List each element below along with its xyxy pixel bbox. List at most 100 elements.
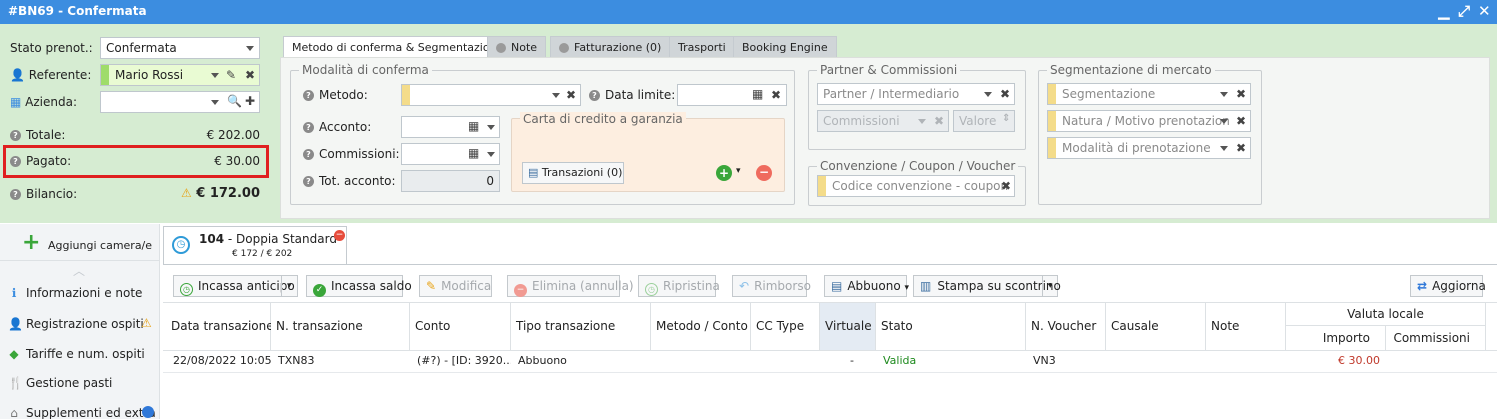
room-tab-104[interactable]: ◷ 104 - Doppia Standard € 172 / € 202 − — [163, 226, 347, 264]
calculator-icon: ▦ — [468, 119, 480, 133]
clear-icon[interactable]: ✖ — [1236, 87, 1246, 101]
cutlery-icon: 🍴 — [8, 376, 23, 390]
help-icon: ? — [303, 149, 314, 160]
tot-acconto-label: ? Tot. acconto: — [303, 174, 396, 188]
header-data[interactable]: Data transazione ▲ — [166, 303, 284, 350]
clock-icon: ◷ — [172, 236, 190, 254]
close-icon[interactable]: ✕ — [1478, 2, 1491, 20]
ripristina-button[interactable]: ◷ Ripristina — [638, 275, 720, 297]
modifica-button[interactable]: ✎ Modifica — [419, 275, 492, 297]
header-voucher[interactable]: N. Voucher — [1026, 303, 1106, 350]
tab-note[interactable]: Note — [487, 36, 547, 57]
codice-convenzione-field[interactable]: Codice convenzione - coupon ✖ — [817, 175, 1015, 197]
referente-field[interactable]: Mario Rossi ✎ ✖ — [100, 64, 260, 86]
room-amounts: € 172 / € 202 — [232, 249, 293, 259]
header-importo[interactable]: Importo — [1286, 326, 1386, 350]
azienda-field[interactable]: 🔍 ✚ — [100, 91, 260, 113]
clear-icon[interactable]: ✖ — [1236, 114, 1246, 128]
acconto-field[interactable]: ▦ — [401, 116, 500, 138]
convenzione-legend: Convenzione / Coupon / Voucher — [817, 159, 1019, 173]
warning-icon: ⚠ — [141, 316, 152, 330]
header-stato[interactable]: Stato — [876, 303, 1026, 350]
commissioni-label: ? Commissioni: — [303, 147, 400, 161]
add-room-button[interactable]: + Aggiungi camera/e — [0, 228, 160, 261]
header-virtuale[interactable]: Virtuale — [820, 303, 876, 350]
building-icon: ▦ — [10, 95, 22, 109]
room-number: 104 — [199, 232, 225, 246]
sidebar-item-registrazione[interactable]: 👤 Registrazione ospiti — [8, 317, 144, 331]
incassa-anticipo-button[interactable]: ◷ Incassa anticipo ▾ — [173, 275, 298, 297]
clear-icon[interactable]: ✖ — [1236, 141, 1246, 155]
check-icon: ✓ — [313, 284, 326, 297]
transazioni-button[interactable]: ▤ Transazioni (0) — [522, 162, 624, 184]
header-causale[interactable]: Causale — [1106, 303, 1206, 350]
refresh-icon: ⇄ — [1417, 279, 1428, 293]
maximize-icon[interactable]: ⤢ — [1458, 2, 1470, 20]
bilancio-value: ⚠ € 172.00 — [180, 186, 260, 201]
acconto-label: ? Acconto: — [303, 120, 371, 134]
remove-card-icon[interactable]: − — [756, 165, 772, 181]
metodo-select[interactable]: ✖ — [401, 84, 581, 106]
elimina-button[interactable]: − Elimina (annulla) — [507, 275, 634, 297]
clear-icon[interactable]: ✖ — [1001, 179, 1011, 193]
calendar-icon[interactable]: ▦ — [752, 87, 763, 101]
sidebar-item-pasti[interactable]: 🍴 Gestione pasti — [8, 376, 112, 390]
valore-field[interactable]: Valore ⇕ — [953, 110, 1015, 132]
header-note[interactable]: Note — [1206, 303, 1286, 350]
add-card-icon[interactable]: + — [716, 165, 732, 181]
header-tipo[interactable]: Tipo transazione — [511, 303, 651, 350]
incassa-saldo-button[interactable]: ✓ Incassa saldo — [306, 275, 412, 297]
cell-virtuale: - — [850, 354, 854, 367]
search-icon[interactable]: 🔍 — [227, 94, 242, 108]
header-commissioni[interactable]: Commissioni — [1386, 326, 1486, 350]
clear-icon[interactable]: ✖ — [1000, 87, 1010, 101]
data-limite-field[interactable]: ▦ ✖ — [677, 84, 787, 106]
modalita-select[interactable]: Modalità di prenotazione ✖ — [1047, 137, 1251, 159]
header-conto[interactable]: Conto — [410, 303, 511, 350]
abbuono-button[interactable]: ▤ Abbuono ▾ — [824, 275, 910, 297]
calculator-icon: ▦ — [468, 146, 480, 160]
stampa-scontrino-button[interactable]: ▥ Stampa su scontrino ▾ — [913, 275, 1061, 297]
tab-trasporti[interactable]: Trasporti — [669, 36, 735, 57]
close-room-icon[interactable]: − — [334, 230, 345, 241]
clear-icon[interactable]: ✖ — [771, 88, 781, 102]
natura-select[interactable]: Natura / Motivo prenotazion ✖ — [1047, 110, 1251, 132]
window-titlebar: #BN69 - Confermata ▁ ⤢ ✕ — [0, 0, 1497, 24]
sidebar-item-tariffe[interactable]: ◆ Tariffe e num. ospiti — [8, 347, 144, 361]
aggiorna-button[interactable]: ⇄ Aggiorna — [1410, 275, 1486, 297]
header-cc-type[interactable]: CC Type — [751, 303, 820, 350]
commissioni-select[interactable]: Commissioni ✖ — [817, 110, 949, 132]
header-valuta-locale: Valuta locale — [1286, 303, 1486, 326]
header-metodo[interactable]: Metodo / Conto — [651, 303, 751, 350]
chevron-down-icon[interactable]: ▾ — [736, 166, 741, 176]
chevron-down-icon: ▾ — [904, 283, 910, 293]
tab-booking-engine[interactable]: Booking Engine — [733, 36, 837, 57]
clear-icon[interactable]: ✖ — [566, 88, 576, 102]
minus-icon: − — [514, 284, 527, 297]
clear-icon: ✖ — [934, 114, 945, 128]
edit-icon[interactable]: ✎ — [226, 68, 236, 82]
clear-icon[interactable]: ✖ — [245, 68, 255, 82]
header-n-transazione[interactable]: N. transazione — [271, 303, 410, 350]
notification-dot — [142, 406, 154, 418]
discount-icon: ▤ — [831, 279, 843, 293]
rimborso-button[interactable]: ↶ Rimborso — [732, 275, 811, 297]
minimize-icon[interactable]: ▁ — [1438, 2, 1450, 20]
status-dot-icon — [559, 43, 569, 53]
card-icon: ▤ — [528, 166, 539, 179]
partner-select[interactable]: Partner / Intermediario ✖ — [817, 83, 1015, 105]
cell-stato: Valida — [883, 354, 917, 367]
chevron-down-icon — [487, 152, 495, 157]
stato-select[interactable]: Confermata — [100, 37, 260, 59]
sidebar-item-informazioni[interactable]: ℹ Informazioni e note — [8, 286, 143, 300]
add-icon[interactable]: ✚ — [245, 94, 255, 108]
sidebar-item-supplementi[interactable]: ⌂ Supplementi ed extra — [8, 406, 156, 419]
stato-value: Confermata — [106, 41, 177, 55]
segmentazione-select[interactable]: Segmentazione ✖ — [1047, 83, 1251, 105]
chevron-up-icon[interactable]: ︿ — [73, 262, 85, 279]
commissioni-field[interactable]: ▦ — [401, 143, 500, 165]
tab-fatturazione[interactable]: Fatturazione (0) — [550, 36, 671, 57]
tag-icon: ◆ — [9, 347, 19, 361]
help-icon: ? — [10, 189, 21, 200]
tab-metodo-conferma[interactable]: Metodo di conferma & Segmentazione — [283, 36, 513, 58]
